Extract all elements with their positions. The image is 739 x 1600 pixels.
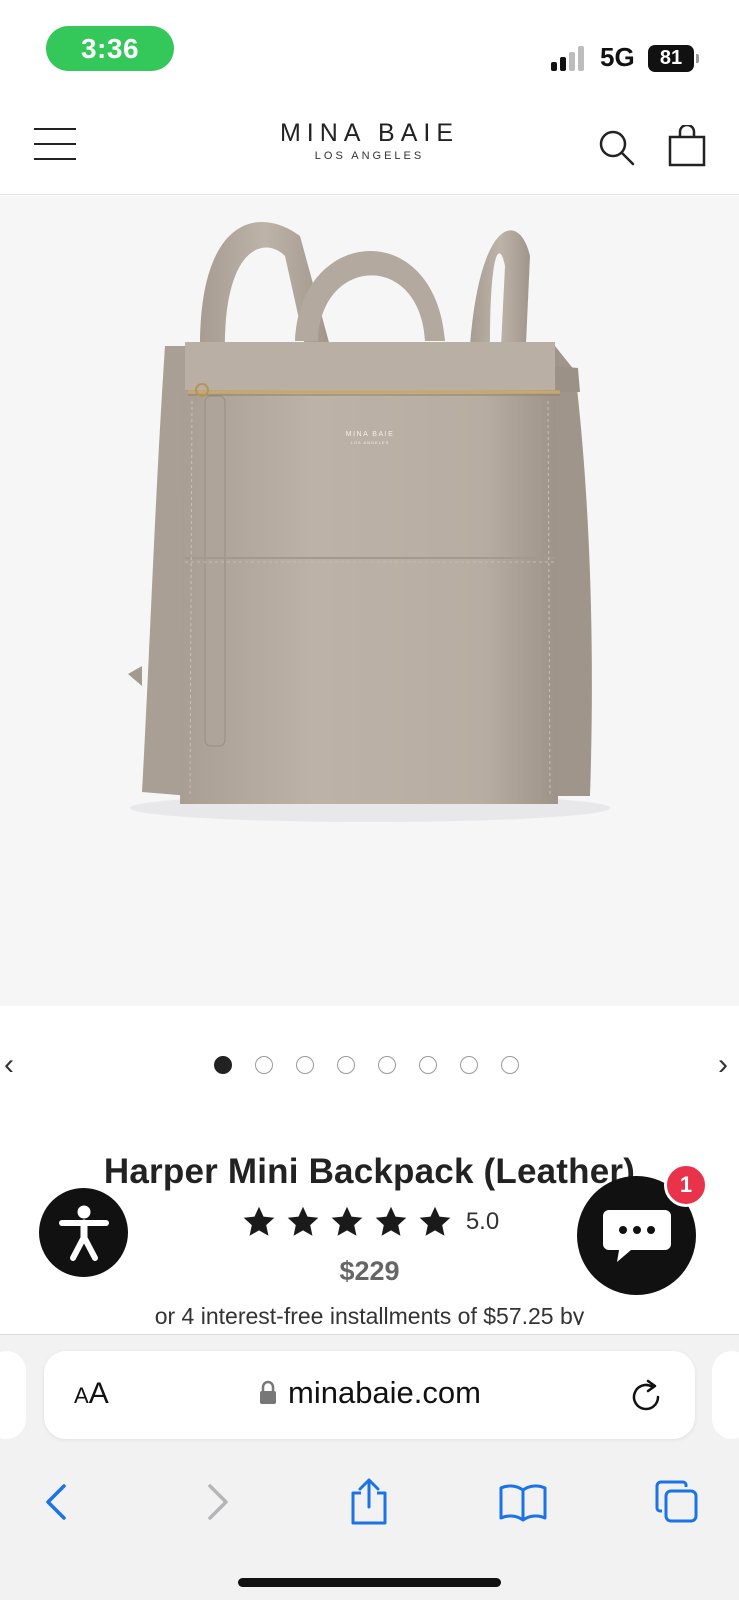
cellular-signal-icon <box>551 46 584 71</box>
backpack-illustration: MINA BAIE LOS ANGELES <box>128 221 610 822</box>
url-display[interactable]: minabaie.com <box>44 1375 695 1411</box>
home-indicator[interactable] <box>238 1578 501 1587</box>
carousel-next-icon[interactable]: › <box>718 1050 728 1080</box>
share-icon[interactable] <box>344 1477 394 1527</box>
carousel-dot[interactable] <box>337 1056 355 1074</box>
bookmarks-icon[interactable] <box>498 1477 548 1527</box>
star-icon <box>243 1206 275 1236</box>
reload-icon[interactable] <box>628 1375 666 1415</box>
product-image[interactable]: MINA BAIE LOS ANGELES <box>0 196 739 1006</box>
back-icon[interactable] <box>32 1477 82 1527</box>
next-tab-preview[interactable] <box>712 1351 739 1439</box>
installments-text: or 4 interest-free installments of $57.2… <box>154 1303 585 1325</box>
carousel-prev-icon[interactable]: ‹ <box>4 1050 14 1080</box>
lock-icon <box>260 1380 276 1404</box>
carousel-dot[interactable] <box>296 1056 314 1074</box>
url-text: minabaie.com <box>288 1375 481 1410</box>
star-icon <box>287 1206 319 1236</box>
previous-tab-preview[interactable] <box>0 1351 26 1439</box>
rating-stars <box>240 1204 454 1240</box>
search-icon[interactable] <box>598 129 636 167</box>
carousel-dot[interactable] <box>255 1056 273 1074</box>
star-icon <box>331 1206 363 1236</box>
bag-brand-mark: MINA BAIE <box>346 431 395 438</box>
chat-notification-badge: 1 <box>664 1163 708 1207</box>
accessibility-icon <box>58 1205 109 1261</box>
shopping-bag-icon[interactable] <box>668 123 706 167</box>
accessibility-button[interactable] <box>39 1188 128 1277</box>
carousel-dot[interactable] <box>501 1056 519 1074</box>
carousel-dot[interactable] <box>460 1056 478 1074</box>
site-header: MINA BAIE LOS ANGELES <box>0 95 739 195</box>
image-carousel-nav: ‹ › <box>0 1040 739 1092</box>
carousel-dot[interactable] <box>419 1056 437 1074</box>
browser-nav-toolbar <box>0 1467 739 1537</box>
status-time: 3:36 <box>46 26 174 71</box>
star-icon <box>419 1206 451 1236</box>
network-type: 5G <box>600 42 635 72</box>
battery-indicator: 81 <box>648 45 699 72</box>
carousel-dot[interactable] <box>214 1056 232 1074</box>
chat-bubble-icon <box>602 1209 671 1262</box>
rating-value: 5.0 <box>465 1208 500 1235</box>
forward-icon[interactable] <box>192 1477 242 1527</box>
star-icon <box>375 1206 407 1236</box>
address-bar[interactable]: AA minabaie.com <box>44 1351 695 1439</box>
bag-brand-sub: LOS ANGELES <box>351 440 390 445</box>
tabs-icon[interactable] <box>652 1477 702 1527</box>
carousel-dots <box>214 1056 519 1074</box>
carousel-dot[interactable] <box>378 1056 396 1074</box>
status-bar: 3:36 5G 81 <box>0 0 739 95</box>
browser-toolbar: AA minabaie.com <box>0 1334 739 1600</box>
